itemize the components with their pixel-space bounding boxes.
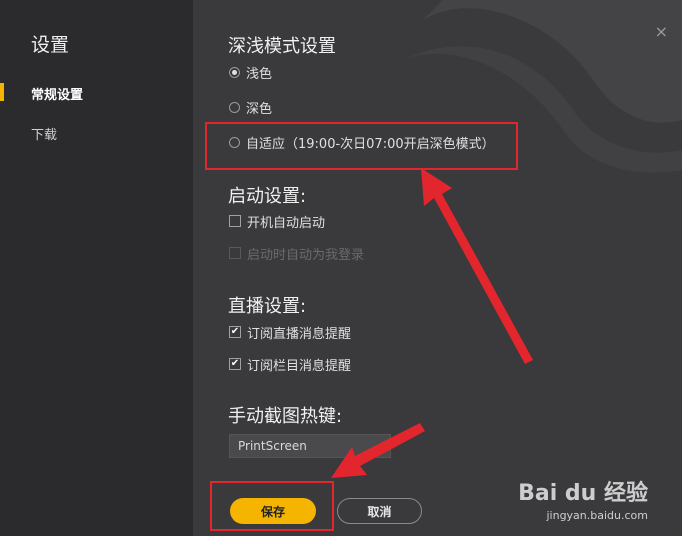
watermark: Bai du 经验 jingyan.baidu.com: [518, 475, 648, 522]
annotation-arrows: [331, 168, 533, 478]
watermark-url: jingyan.baidu.com: [546, 509, 648, 522]
arrow-down-left-icon: [331, 423, 425, 478]
arrow-up-icon: [421, 168, 533, 364]
baidu-logo: Bai du 经验: [518, 481, 648, 506]
